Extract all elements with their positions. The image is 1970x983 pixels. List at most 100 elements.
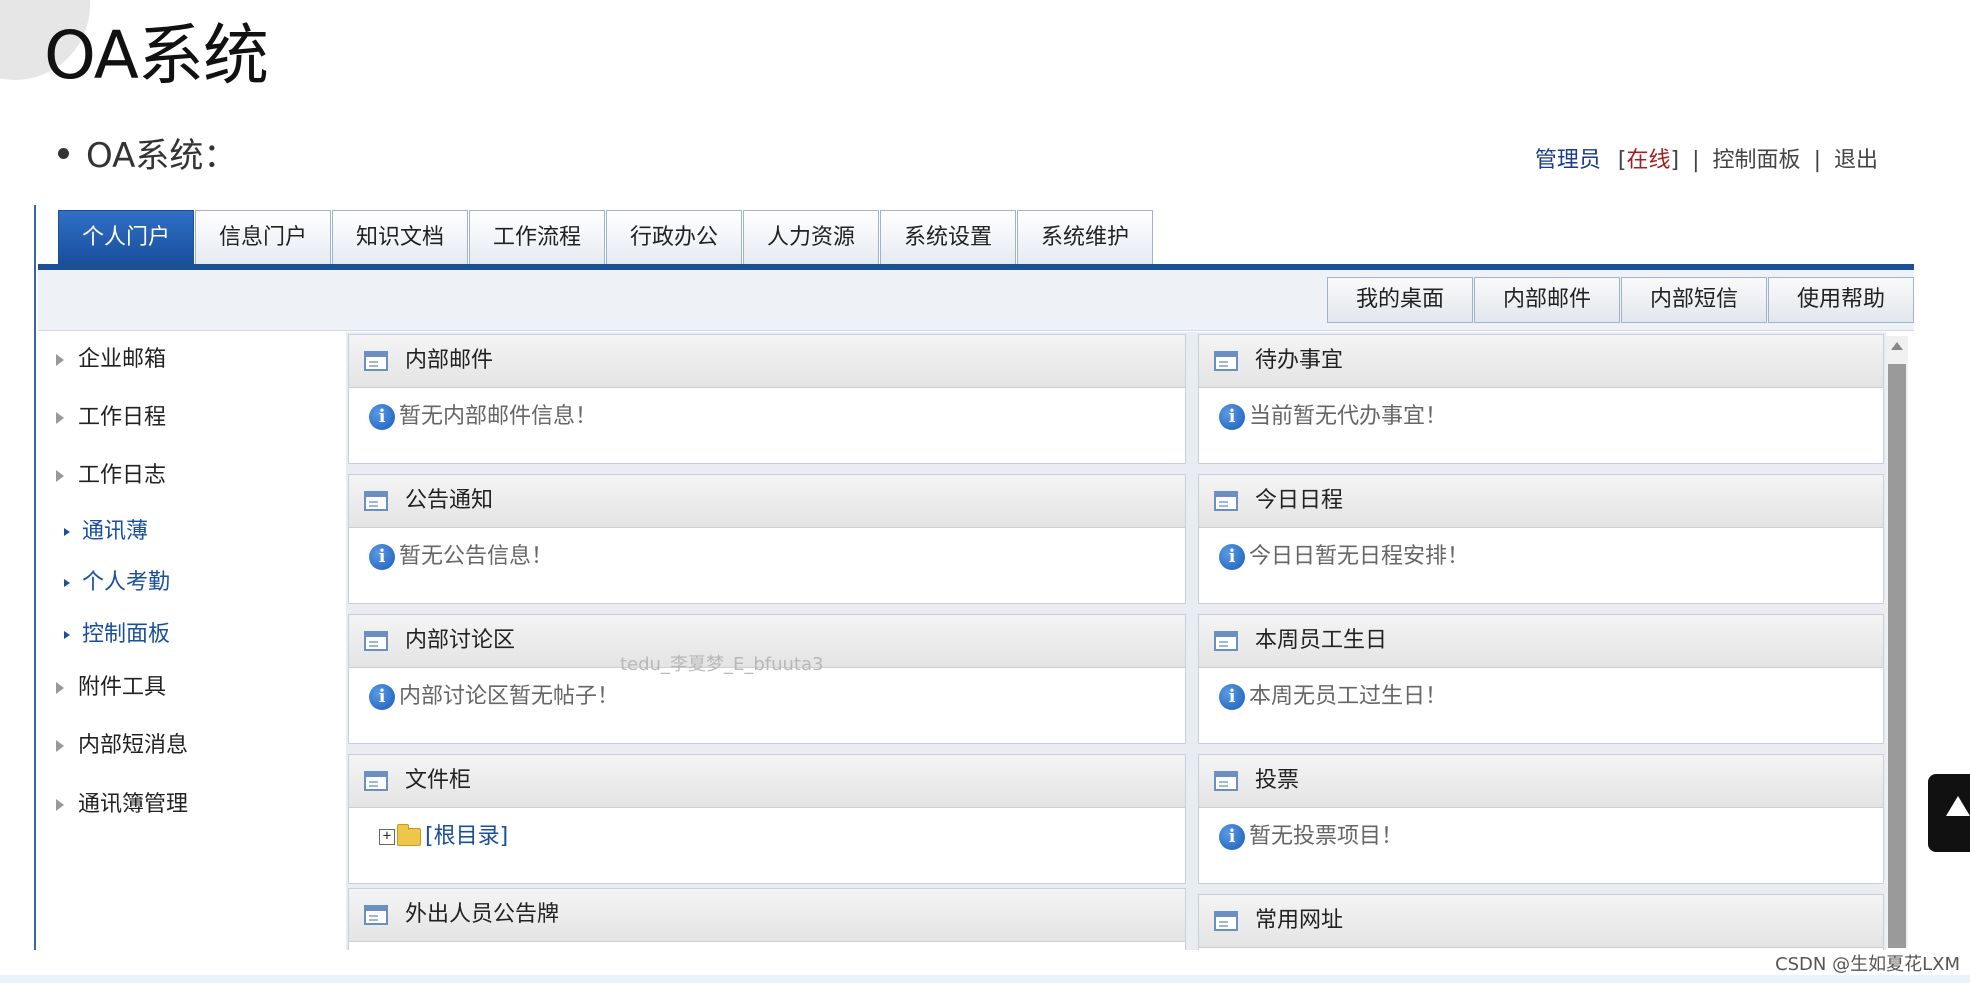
panel-icon (364, 351, 388, 371)
internal-sms-button[interactable]: 内部短信 (1621, 277, 1767, 323)
user-name[interactable]: 管理员 (1535, 148, 1601, 173)
panel-icon (1214, 631, 1238, 651)
panel-title[interactable]: 文件柜 (405, 755, 471, 807)
file-tree: + [根目录] (379, 821, 508, 853)
panel-message: i 暂无投票项目！ (1219, 821, 1403, 853)
home-icon[interactable] (1928, 774, 1970, 852)
panel-header: 外出人员公告牌 (349, 889, 1185, 942)
triangle-right-icon (56, 799, 64, 811)
sidebar-item-attachment-tools[interactable]: 附件工具 (56, 668, 166, 708)
tab-admin-office[interactable]: 行政办公 (606, 210, 742, 264)
internal-mail-button[interactable]: 内部邮件 (1474, 277, 1620, 323)
empty-message: 当前暂无代办事宜！ (1249, 404, 1448, 429)
sidebar: 企业邮箱 工作日程 工作日志 通讯薄 个人考勤 控制面板 附件工具 内部短消息 … (38, 332, 344, 950)
empty-message: 暂无公告信息！ (399, 544, 554, 569)
panel-out-of-office-board: 外出人员公告牌 (348, 888, 1186, 950)
panel-today-schedule: 今日日程 i 今日日暂无日程安排！ (1198, 474, 1884, 604)
panel-message: i 今日日暂无日程安排！ (1219, 541, 1469, 573)
panel-header: 今日日程 (1199, 475, 1883, 528)
sidebar-item-attendance[interactable]: 个人考勤 (64, 563, 170, 603)
app-frame-border (34, 205, 36, 950)
info-icon: i (369, 544, 395, 570)
root-directory-link[interactable]: [根目录] (425, 824, 508, 849)
tab-personal-portal[interactable]: 个人门户 (58, 210, 194, 264)
panel-title[interactable]: 本周员工生日 (1255, 615, 1387, 667)
sidebar-item-label: 附件工具 (78, 675, 167, 700)
content-scrollbar[interactable] (1886, 336, 1908, 948)
panel-message: i 本周无员工过生日！ (1219, 681, 1447, 713)
triangle-right-icon (64, 579, 70, 587)
triangle-right-icon (56, 354, 64, 366)
panel-header: 内部邮件 (349, 335, 1185, 388)
watermark: tedu_李夏梦_E_bfuuta3 (620, 654, 824, 675)
scroll-up-arrow-icon[interactable] (1891, 342, 1903, 350)
panel-todo: 待办事宜 i 当前暂无代办事宜！ (1198, 334, 1884, 464)
panel-title[interactable]: 公告通知 (405, 475, 493, 527)
panel-title[interactable]: 投票 (1255, 755, 1299, 807)
scroll-thumb[interactable] (1888, 364, 1906, 948)
tab-system-maintenance[interactable]: 系统维护 (1017, 210, 1153, 264)
panel-header: 待办事宜 (1199, 335, 1883, 388)
logout-link[interactable]: 退出 (1834, 148, 1878, 173)
sidebar-item-work-schedule[interactable]: 工作日程 (56, 398, 166, 438)
status-bracket-open: [ (1617, 148, 1627, 173)
help-button[interactable]: 使用帮助 (1768, 277, 1914, 323)
panel-icon (364, 491, 388, 511)
tab-knowledge-docs[interactable]: 知识文档 (332, 210, 468, 264)
panel-birthdays: 本周员工生日 i 本周无员工过生日！ (1198, 614, 1884, 744)
slide-title: OA系统 (44, 17, 269, 94)
control-panel-link[interactable]: 控制面板 (1713, 148, 1801, 173)
panel-icon (1214, 771, 1238, 791)
panel-icon (1214, 911, 1238, 931)
tab-system-settings[interactable]: 系统设置 (880, 210, 1016, 264)
tab-human-resources[interactable]: 人力资源 (743, 210, 879, 264)
plus-box-icon[interactable]: + (379, 829, 395, 845)
triangle-right-icon (56, 470, 64, 482)
tab-workflow[interactable]: 工作流程 (469, 210, 605, 264)
panel-title[interactable]: 今日日程 (1255, 475, 1343, 527)
sidebar-item-label: 通讯薄 (82, 519, 149, 544)
sidebar-item-work-log[interactable]: 工作日志 (56, 456, 166, 496)
info-icon: i (1219, 404, 1245, 430)
triangle-right-icon (56, 740, 64, 752)
triangle-right-icon (64, 631, 70, 639)
panel-title[interactable]: 常用网址 (1255, 895, 1343, 947)
status-bracket-close: ] (1670, 148, 1680, 173)
sidebar-item-address-book-management[interactable]: 通讯簿管理 (56, 785, 188, 825)
sidebar-item-enterprise-mail[interactable]: 企业邮箱 (56, 340, 166, 380)
sidebar-item-control-panel[interactable]: 控制面板 (64, 615, 170, 655)
panel-title[interactable]: 外出人员公告牌 (405, 889, 559, 941)
folder-icon (397, 824, 421, 846)
panel-notice: 公告通知 i 暂无公告信息！ (348, 474, 1186, 604)
panel-title[interactable]: 内部邮件 (405, 335, 493, 387)
panel-title[interactable]: 内部讨论区 (405, 615, 515, 667)
user-bar: 管理员 [在线] | 控制面板 | 退出 (1535, 142, 1878, 174)
sidebar-item-label: 工作日程 (78, 405, 167, 430)
sidebar-item-internal-sms[interactable]: 内部短消息 (56, 726, 188, 766)
panel-header: 公告通知 (349, 475, 1185, 528)
empty-message: 内部讨论区暂无帖子！ (399, 684, 620, 709)
panel-icon (364, 771, 388, 791)
panel-icon (364, 631, 388, 651)
tab-info-portal[interactable]: 信息门户 (195, 210, 331, 264)
panel-vote: 投票 i 暂无投票项目！ (1198, 754, 1884, 884)
separator: | (1813, 148, 1821, 173)
empty-message: 暂无投票项目！ (1249, 824, 1404, 849)
panel-message: i 暂无内部邮件信息！ (369, 401, 597, 433)
bullet-dot (58, 148, 69, 159)
sidebar-item-address-book[interactable]: 通讯薄 (64, 512, 148, 552)
panel-icon (1214, 351, 1238, 371)
my-desktop-button[interactable]: 我的桌面 (1327, 277, 1473, 323)
separator: | (1692, 148, 1700, 173)
sidebar-item-label: 通讯簿管理 (78, 792, 189, 817)
info-icon: i (1219, 824, 1245, 850)
main-tabs: 个人门户 信息门户 知识文档 工作流程 行政办公 人力资源 系统设置 系统维护 (58, 210, 1154, 264)
panel-icon (1214, 491, 1238, 511)
panel-icon (364, 905, 388, 925)
bottom-strip (0, 975, 1970, 983)
sidebar-item-label: 企业邮箱 (78, 347, 167, 372)
sidebar-item-label: 内部短消息 (78, 733, 189, 758)
panel-header: 本周员工生日 (1199, 615, 1883, 668)
panel-title[interactable]: 待办事宜 (1255, 335, 1343, 387)
panel-internal-mail: 内部邮件 i 暂无内部邮件信息！ (348, 334, 1186, 464)
